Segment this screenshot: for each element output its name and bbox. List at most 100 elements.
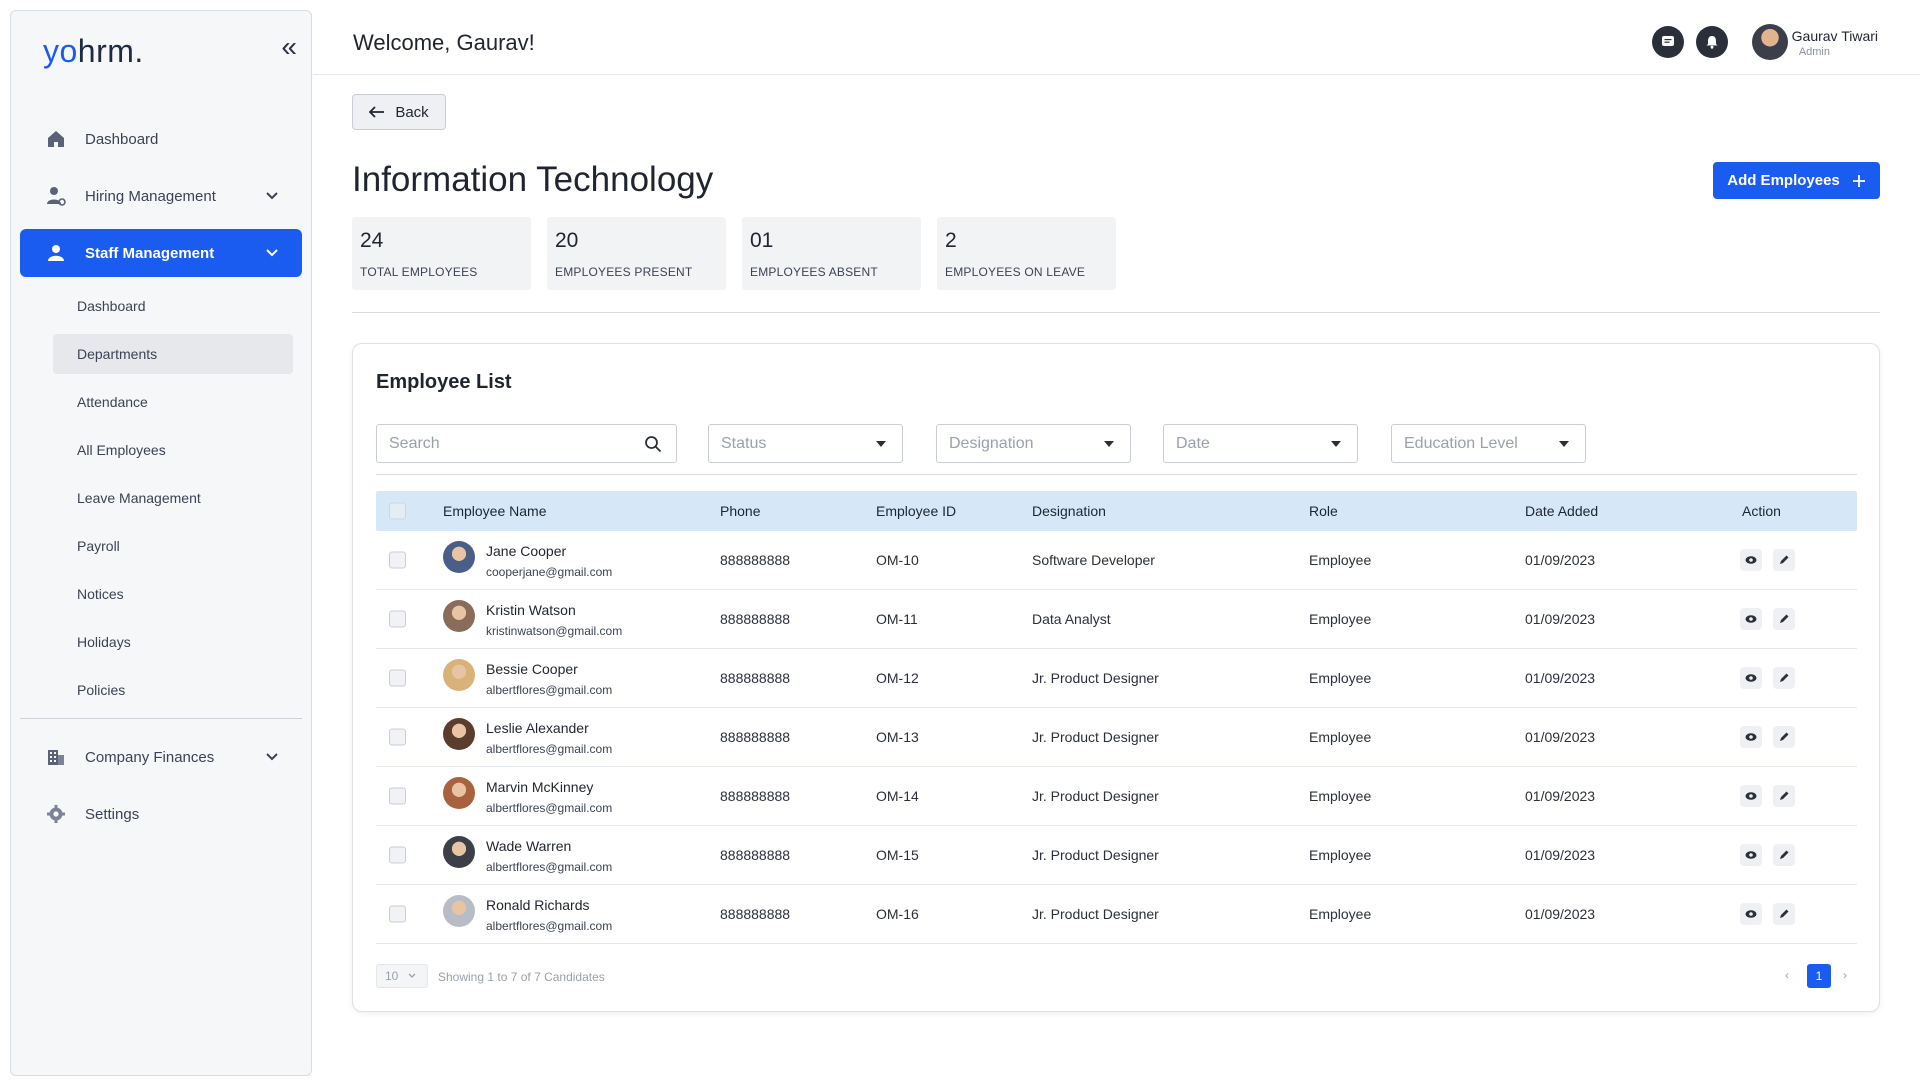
employee-name[interactable]: Kristin Watson xyxy=(486,602,576,618)
table-row[interactable]: Leslie Alexander albertflores@gmail.com … xyxy=(376,708,1857,767)
view-eye-icon[interactable] xyxy=(1740,903,1762,925)
row-checkbox[interactable] xyxy=(389,610,406,628)
employee-phone: 888888888 xyxy=(720,906,791,922)
table-row[interactable]: Marvin McKinney albertflores@gmail.com 8… xyxy=(376,767,1857,826)
employee-name[interactable]: Wade Warren xyxy=(486,838,571,854)
add-employees-button[interactable]: Add Employees xyxy=(1713,162,1880,199)
chevron-down-icon[interactable] xyxy=(262,186,282,206)
chevron-down-icon[interactable] xyxy=(262,747,282,767)
employee-email: albertflores@gmail.com xyxy=(486,919,613,933)
employee-date-added: 01/09/2023 xyxy=(1525,788,1596,804)
search-input[interactable]: Search xyxy=(376,424,677,463)
row-checkbox[interactable] xyxy=(389,905,406,923)
back-button[interactable]: Back xyxy=(352,94,446,130)
edit-pencil-icon[interactable] xyxy=(1773,903,1795,925)
employee-designation: Jr. Product Designer xyxy=(1032,729,1159,745)
add-employees-label: Add Employees xyxy=(1727,172,1840,189)
chevron-left-icon[interactable]: ‹ xyxy=(1785,968,1789,982)
app-logo[interactable]: yohrm. xyxy=(43,33,144,70)
stat-value: 2 xyxy=(945,229,957,252)
row-checkbox[interactable] xyxy=(389,728,406,746)
education-level-filter[interactable]: Education Level xyxy=(1391,424,1586,463)
row-checkbox[interactable] xyxy=(389,669,406,687)
rows-per-page-select[interactable]: 10 xyxy=(376,964,428,988)
employee-phone: 888888888 xyxy=(720,611,791,627)
employee-phone: 888888888 xyxy=(720,552,791,568)
employee-name[interactable]: Leslie Alexander xyxy=(486,720,589,736)
designation-filter[interactable]: Designation xyxy=(936,424,1131,463)
edit-pencil-icon[interactable] xyxy=(1773,549,1795,571)
user-avatar[interactable] xyxy=(1752,24,1788,60)
edit-pencil-icon[interactable] xyxy=(1773,667,1795,689)
collapse-sidebar-icon[interactable]: « xyxy=(281,31,297,63)
column-header-employee-name[interactable]: Employee Name xyxy=(443,503,547,519)
submenu-item-attendance[interactable]: Attendance xyxy=(53,382,293,422)
submenu-item-notices[interactable]: Notices xyxy=(53,574,293,614)
status-filter[interactable]: Status xyxy=(708,424,903,463)
section-divider xyxy=(352,312,1880,313)
employee-designation: Jr. Product Designer xyxy=(1032,847,1159,863)
employee-name[interactable]: Jane Cooper xyxy=(486,543,566,559)
select-all-checkbox[interactable] xyxy=(389,502,406,520)
row-checkbox[interactable] xyxy=(389,846,406,864)
employee-email: albertflores@gmail.com xyxy=(486,742,613,756)
date-filter[interactable]: Date xyxy=(1163,424,1358,463)
column-header-employee-id[interactable]: Employee ID xyxy=(876,503,956,519)
submenu-item-holidays[interactable]: Holidays xyxy=(53,622,293,662)
view-eye-icon[interactable] xyxy=(1740,549,1762,571)
submenu-item-payroll[interactable]: Payroll xyxy=(53,526,293,566)
table-row[interactable]: Wade Warren albertflores@gmail.com 88888… xyxy=(376,826,1857,885)
edit-pencil-icon[interactable] xyxy=(1773,844,1795,866)
column-header-phone[interactable]: Phone xyxy=(720,503,760,519)
chevron-right-icon[interactable]: › xyxy=(1843,968,1847,982)
employee-name[interactable]: Ronald Richards xyxy=(486,897,590,913)
column-header-date-added[interactable]: Date Added xyxy=(1525,503,1598,519)
table-row[interactable]: Jane Cooper cooperjane@gmail.com 8888888… xyxy=(376,531,1857,590)
submenu-item-leave-management[interactable]: Leave Management xyxy=(53,478,293,518)
view-eye-icon[interactable] xyxy=(1740,726,1762,748)
employee-email: albertflores@gmail.com xyxy=(486,860,613,874)
view-eye-icon[interactable] xyxy=(1740,667,1762,689)
column-header-designation[interactable]: Designation xyxy=(1032,503,1106,519)
caret-down-icon xyxy=(1104,441,1114,447)
table-row[interactable]: Ronald Richards albertflores@gmail.com 8… xyxy=(376,885,1857,944)
message-icon[interactable] xyxy=(1652,26,1684,58)
user-name[interactable]: Gaurav Tiwari xyxy=(1792,28,1878,44)
edit-pencil-icon[interactable] xyxy=(1773,608,1795,630)
column-header-action: Action xyxy=(1742,503,1781,519)
table-row[interactable]: Kristin Watson kristinwatson@gmail.com 8… xyxy=(376,590,1857,649)
employee-name[interactable]: Bessie Cooper xyxy=(486,661,578,677)
employee-email: kristinwatson@gmail.com xyxy=(486,624,623,638)
pagination-page[interactable]: 1 xyxy=(1807,964,1831,988)
submenu-item-dashboard[interactable]: Dashboard xyxy=(53,286,293,326)
notification-bell-icon[interactable] xyxy=(1696,26,1728,58)
employee-id: OM-14 xyxy=(876,788,919,804)
employee-name[interactable]: Marvin McKinney xyxy=(486,779,593,795)
submenu-item-policies[interactable]: Policies xyxy=(53,670,293,710)
view-eye-icon[interactable] xyxy=(1740,608,1762,630)
column-header-role[interactable]: Role xyxy=(1309,503,1338,519)
row-checkbox[interactable] xyxy=(389,787,406,805)
row-checkbox[interactable] xyxy=(389,551,406,569)
sidebar-item-staff-management[interactable]: Staff Management xyxy=(20,229,302,277)
sidebar-item-settings[interactable]: Settings xyxy=(20,790,302,838)
table-row[interactable]: Bessie Cooper albertflores@gmail.com 888… xyxy=(376,649,1857,708)
sidebar-item-hiring-management[interactable]: Hiring Management xyxy=(20,172,302,220)
employee-date-added: 01/09/2023 xyxy=(1525,552,1596,568)
chevron-down-icon[interactable] xyxy=(262,243,282,263)
view-eye-icon[interactable] xyxy=(1740,785,1762,807)
search-icon[interactable] xyxy=(644,435,662,453)
sidebar-item-dashboard[interactable]: Dashboard xyxy=(20,115,302,163)
edit-pencil-icon[interactable] xyxy=(1773,726,1795,748)
stats-row: 24 TOTAL EMPLOYEES 20 EMPLOYEES PRESENT … xyxy=(352,217,1116,290)
home-icon xyxy=(45,128,67,150)
filter-divider xyxy=(376,474,1857,475)
employee-avatar xyxy=(443,718,475,750)
employee-designation: Data Analyst xyxy=(1032,611,1111,627)
view-eye-icon[interactable] xyxy=(1740,844,1762,866)
submenu-item-all-employees[interactable]: All Employees xyxy=(53,430,293,470)
top-header: Welcome, Gaurav! Gaurav Tiwari Admin xyxy=(313,0,1920,75)
edit-pencil-icon[interactable] xyxy=(1773,785,1795,807)
sidebar-item-company-finances[interactable]: Company Finances xyxy=(20,733,302,781)
submenu-item-departments[interactable]: Departments xyxy=(53,334,293,374)
